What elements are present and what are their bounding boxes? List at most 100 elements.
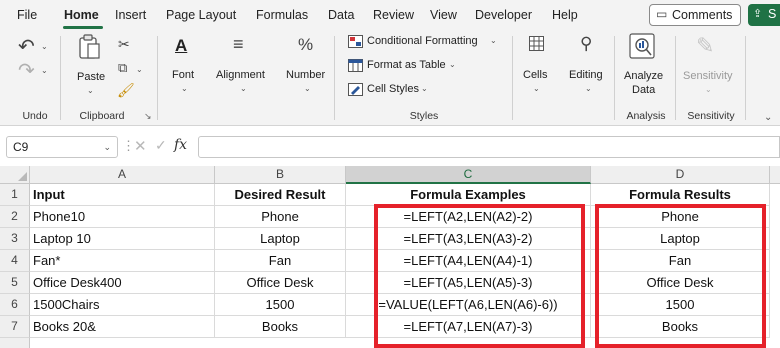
styles-group-label: Styles (409, 110, 439, 122)
share-icon: ⇪ (753, 8, 763, 20)
column-header-d[interactable]: D (591, 166, 770, 184)
cell-styles-button[interactable]: Cell Styles (367, 83, 419, 95)
name-box-dropdown-icon[interactable]: ⌄ (103, 142, 111, 153)
cell-b1[interactable]: Desired Result (215, 184, 346, 206)
font-button[interactable]: Font (172, 69, 194, 81)
tab-view[interactable]: View (430, 8, 457, 22)
copy-dropdown-icon[interactable]: ⌄ (136, 65, 143, 74)
analyze-data-icon[interactable] (629, 33, 655, 62)
number-button[interactable]: Number (286, 69, 325, 81)
alignment-button[interactable]: Alignment (216, 69, 265, 81)
tab-home[interactable]: Home (64, 8, 99, 22)
format-painter-icon[interactable]: 🖌 (117, 82, 135, 99)
share-button[interactable]: ⇪ S (748, 4, 780, 26)
alignment-icon[interactable]: ≡ (233, 34, 244, 55)
column-header-c[interactable]: C (346, 166, 591, 184)
cell-styles-dropdown-icon[interactable]: ⌄ (421, 84, 428, 93)
group-separator (157, 36, 158, 120)
sensitivity-icon[interactable]: ✎ (696, 33, 714, 59)
column-header-e[interactable] (770, 166, 780, 184)
enter-icon[interactable]: ✓ (155, 137, 167, 154)
conditional-formatting-button[interactable]: Conditional Formatting (367, 35, 478, 47)
cell-a3[interactable]: Laptop 10 (30, 228, 215, 250)
cell-a1[interactable]: Input (30, 184, 215, 206)
row-header[interactable]: 3 (0, 228, 30, 250)
tab-insert[interactable]: Insert (115, 8, 146, 22)
cells-dropdown-icon[interactable]: ⌄ (533, 84, 540, 93)
cell-a4[interactable]: Fan* (30, 250, 215, 272)
group-separator (745, 36, 746, 120)
redo-icon[interactable]: ↷ (18, 58, 35, 83)
cell-a5[interactable]: Office Desk400 (30, 272, 215, 294)
undo-dropdown-icon[interactable]: ⌄ (41, 42, 48, 51)
tab-review[interactable]: Review (373, 8, 414, 22)
spreadsheet-grid: A B C D 1 Input Desired Result Formula E… (0, 164, 780, 348)
menu-bar: File Home Insert Page Layout Formulas Da… (0, 0, 780, 30)
cell-b7[interactable]: Books (215, 316, 346, 338)
tab-file[interactable]: File (17, 8, 37, 22)
comments-button[interactable]: ▭ Comments (649, 4, 741, 26)
row-header[interactable]: 4 (0, 250, 30, 272)
tab-help[interactable]: Help (552, 8, 578, 22)
analysis-group-label: Analysis (626, 110, 666, 122)
column-header-a[interactable]: A (30, 166, 215, 184)
conditional-formatting-icon (348, 35, 363, 51)
group-separator (512, 36, 513, 120)
sensitivity-dropdown-icon[interactable]: ⌄ (705, 85, 712, 94)
cell-c1[interactable]: Formula Examples (346, 184, 591, 206)
cell-b2[interactable]: Phone (215, 206, 346, 228)
cell-b5[interactable]: Office Desk (215, 272, 346, 294)
paste-button[interactable]: Paste (77, 71, 105, 83)
name-box[interactable]: C9 ⌄ (6, 136, 118, 158)
collapse-ribbon-icon[interactable]: ⌄ (764, 112, 772, 123)
insert-function-icon[interactable]: fx (174, 137, 187, 153)
sensitivity-button[interactable]: Sensitivity (683, 70, 733, 82)
row-header[interactable]: 6 (0, 294, 30, 316)
undo-icon[interactable]: ↶ (18, 34, 35, 59)
row-header[interactable]: 2 (0, 206, 30, 228)
cell-d1[interactable]: Formula Results (591, 184, 770, 206)
font-dropdown-icon[interactable]: ⌄ (181, 84, 188, 93)
formula-input[interactable] (198, 136, 780, 158)
editing-dropdown-icon[interactable]: ⌄ (585, 84, 592, 93)
group-separator (334, 36, 335, 120)
cell-a6[interactable]: 1500Chairs (30, 294, 215, 316)
tab-developer[interactable]: Developer (475, 8, 532, 22)
format-as-table-icon (348, 59, 363, 75)
cancel-icon[interactable]: ✕ (134, 137, 147, 155)
row-header[interactable]: 7 (0, 316, 30, 338)
format-as-table-button[interactable]: Format as Table (367, 59, 446, 71)
number-dropdown-icon[interactable]: ⌄ (304, 84, 311, 93)
cell-a7[interactable]: Books 20& (30, 316, 215, 338)
tab-formulas[interactable]: Formulas (256, 8, 308, 22)
percent-icon[interactable]: % (298, 35, 313, 55)
cell-b4[interactable]: Fan (215, 250, 346, 272)
editing-button[interactable]: Editing (569, 69, 603, 81)
paste-icon[interactable] (78, 34, 100, 63)
analyze-data-line2[interactable]: Data (632, 84, 655, 96)
column-header-b[interactable]: B (215, 166, 346, 184)
cut-icon[interactable]: ✂ (118, 36, 130, 53)
cells-button[interactable]: Cells (523, 69, 547, 81)
row-header[interactable]: 1 (0, 184, 30, 206)
cell-a2[interactable]: Phone10 (30, 206, 215, 228)
conditional-formatting-dropdown-icon[interactable]: ⌄ (490, 36, 497, 45)
row-header[interactable]: 5 (0, 272, 30, 294)
cell-b6[interactable]: 1500 (215, 294, 346, 316)
select-all-corner[interactable] (0, 166, 30, 184)
dialog-launcher-icon[interactable]: ↘ (144, 111, 152, 122)
paste-dropdown-icon[interactable]: ⌄ (87, 86, 94, 95)
comments-label: Comments (672, 8, 733, 22)
alignment-dropdown-icon[interactable]: ⌄ (240, 84, 247, 93)
font-icon[interactable]: A (175, 36, 187, 56)
search-icon[interactable]: ⚲ (580, 34, 592, 54)
tab-page-layout[interactable]: Page Layout (166, 8, 236, 22)
analyze-data-line1[interactable]: Analyze (624, 70, 663, 82)
row-header-8[interactable] (0, 338, 30, 348)
cells-icon[interactable] (529, 36, 544, 54)
copy-icon[interactable]: ⧉ (118, 60, 127, 76)
format-as-table-dropdown-icon[interactable]: ⌄ (449, 60, 456, 69)
redo-dropdown-icon[interactable]: ⌄ (41, 66, 48, 75)
cell-b3[interactable]: Laptop (215, 228, 346, 250)
tab-data[interactable]: Data (328, 8, 354, 22)
